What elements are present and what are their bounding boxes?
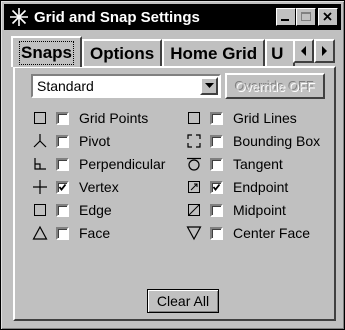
bounding-box-icon bbox=[187, 134, 201, 148]
snap-face[interactable]: Face bbox=[31, 223, 110, 243]
snap-label: Grid Points bbox=[79, 110, 149, 126]
center-face-icon bbox=[186, 226, 202, 241]
checkmark-icon bbox=[212, 183, 221, 191]
snap-center-face[interactable]: Center Face bbox=[185, 223, 310, 243]
arrow-right-icon bbox=[321, 46, 327, 56]
vertex-checkbox[interactable] bbox=[56, 180, 69, 194]
tab-label: Home Grid bbox=[170, 44, 258, 63]
tab-options[interactable]: Options bbox=[82, 39, 163, 67]
bounding-box-checkbox[interactable] bbox=[210, 134, 223, 148]
grid-points-checkbox[interactable] bbox=[56, 111, 69, 125]
tab-scroll-right-button[interactable] bbox=[314, 39, 335, 63]
face-icon bbox=[32, 225, 48, 240]
perpendicular-checkbox[interactable] bbox=[56, 157, 69, 171]
close-button[interactable] bbox=[318, 8, 338, 26]
endpoint-checkbox[interactable] bbox=[210, 180, 223, 194]
vertex-icon bbox=[33, 180, 47, 194]
grid-lines-checkbox[interactable] bbox=[210, 111, 223, 125]
snap-vertex[interactable]: Vertex bbox=[31, 177, 119, 197]
snap-edge[interactable]: Edge bbox=[31, 200, 112, 220]
tab-label: U bbox=[271, 44, 284, 63]
tab-scroll-left-button[interactable] bbox=[293, 39, 314, 63]
snap-label: Edge bbox=[79, 202, 112, 218]
snap-label: Vertex bbox=[79, 179, 119, 195]
clear-all-label: Clear All bbox=[156, 293, 210, 309]
tangent-icon bbox=[187, 157, 201, 171]
close-icon bbox=[323, 12, 332, 21]
pivot-icon bbox=[33, 134, 47, 148]
grid-lines-icon bbox=[188, 112, 200, 124]
snap-star-icon bbox=[10, 8, 28, 26]
center-face-checkbox[interactable] bbox=[210, 226, 223, 240]
edge-icon bbox=[34, 204, 46, 216]
maximize-button bbox=[296, 8, 316, 26]
window-title: Grid and Snap Settings bbox=[34, 8, 200, 26]
checkmark-icon bbox=[58, 183, 67, 191]
pivot-checkbox[interactable] bbox=[56, 134, 69, 148]
snap-label: Tangent bbox=[233, 156, 283, 172]
snap-tangent[interactable]: Tangent bbox=[185, 154, 283, 174]
tab-home-grid[interactable]: Home Grid bbox=[162, 39, 266, 67]
title-bar[interactable]: Grid and Snap Settings bbox=[4, 4, 341, 30]
snap-label: Perpendicular bbox=[79, 156, 166, 172]
tab-label: Snaps bbox=[18, 40, 75, 65]
midpoint-checkbox[interactable] bbox=[210, 203, 223, 217]
tangent-checkbox[interactable] bbox=[210, 157, 223, 171]
snap-label: Grid Lines bbox=[233, 110, 297, 126]
snap-label: Endpoint bbox=[233, 179, 289, 195]
endpoint-icon bbox=[188, 181, 200, 193]
snap-grid-lines[interactable]: Grid Lines bbox=[185, 108, 297, 128]
snap-label: Midpoint bbox=[233, 202, 286, 218]
tab-label: Options bbox=[90, 44, 155, 63]
perpendicular-icon bbox=[34, 158, 46, 170]
tab-snaps[interactable]: Snaps bbox=[11, 36, 83, 67]
grid-snap-settings-window: Grid and Snap Settings Snaps Options Hom… bbox=[0, 0, 345, 330]
maximize-icon bbox=[301, 12, 311, 21]
snap-grid-points[interactable]: Grid Points bbox=[31, 108, 148, 128]
tab-strip: Snaps Options Home Grid U bbox=[11, 36, 296, 67]
clear-all-button[interactable]: Clear All bbox=[147, 289, 219, 313]
snap-endpoint[interactable]: Endpoint bbox=[185, 177, 288, 197]
snap-perpendicular[interactable]: Perpendicular bbox=[31, 154, 165, 174]
dropdown-button[interactable] bbox=[200, 77, 218, 95]
tab-scroll bbox=[293, 39, 335, 63]
snap-bounding-box[interactable]: Bounding Box bbox=[185, 131, 320, 151]
snap-set-value: Standard bbox=[37, 78, 94, 94]
snap-label: Bounding Box bbox=[233, 133, 321, 149]
snap-set-dropdown[interactable]: Standard bbox=[31, 74, 221, 98]
chevron-down-icon bbox=[204, 83, 214, 88]
override-button[interactable]: Override OFF bbox=[225, 73, 325, 99]
minimize-button[interactable] bbox=[276, 8, 296, 26]
snap-label: Face bbox=[79, 225, 111, 241]
midpoint-icon bbox=[188, 204, 200, 216]
override-label: Override OFF bbox=[235, 78, 315, 94]
arrow-left-icon bbox=[300, 46, 306, 56]
snap-pivot[interactable]: Pivot bbox=[31, 131, 110, 151]
snap-label: Pivot bbox=[79, 133, 111, 149]
grid-points-icon bbox=[34, 112, 46, 124]
edge-checkbox[interactable] bbox=[56, 203, 69, 217]
snap-label: Center Face bbox=[233, 225, 311, 241]
face-checkbox[interactable] bbox=[56, 226, 69, 240]
minimize-icon bbox=[281, 19, 289, 21]
snap-midpoint[interactable]: Midpoint bbox=[185, 200, 286, 220]
tab-user-grids[interactable]: U bbox=[265, 39, 296, 67]
